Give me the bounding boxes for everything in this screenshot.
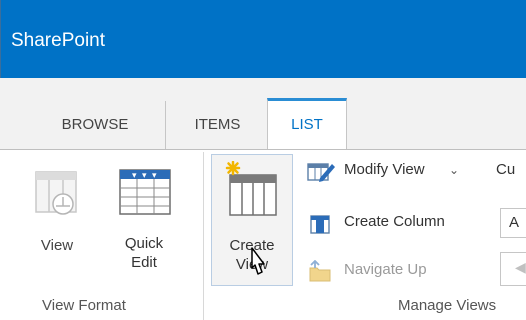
navigate-up-icon xyxy=(309,260,331,282)
view-label: View xyxy=(40,237,74,254)
suite-bar: SharePoint xyxy=(0,0,526,78)
modify-view-icon xyxy=(307,163,335,182)
create-column-button[interactable]: Create Column xyxy=(306,210,488,234)
quick-edit-label-line2: Edit xyxy=(131,254,157,271)
tab-list[interactable]: LIST xyxy=(267,98,347,149)
navigate-up-button[interactable]: Navigate Up xyxy=(306,258,488,282)
tab-browse[interactable]: BROWSE xyxy=(40,101,150,149)
navigation-field-partial: ◀ xyxy=(500,252,526,286)
group-separator xyxy=(203,152,204,320)
create-column-icon xyxy=(310,215,330,234)
chevron-left-icon: ◀ xyxy=(515,259,526,275)
quick-edit-label-line1: Quick xyxy=(124,235,164,252)
current-view-partial: Cu xyxy=(496,158,526,182)
sharepoint-brand[interactable]: SharePoint xyxy=(11,30,105,52)
svg-text:▾: ▾ xyxy=(142,171,147,181)
view-button[interactable]: View xyxy=(28,164,86,292)
modify-view-button[interactable]: Modify View ⌄ xyxy=(306,158,496,182)
modify-view-label: Modify View xyxy=(344,161,425,178)
mouse-cursor-icon xyxy=(251,247,265,275)
view-field-value: A xyxy=(509,214,520,231)
view-icon xyxy=(35,171,77,215)
navigate-up-label: Navigate Up xyxy=(344,261,427,278)
current-view-label: Cu xyxy=(496,161,516,178)
create-column-label: Create Column xyxy=(344,213,445,230)
quick-edit-button[interactable]: ▾ ▾ ▾ Quick Edit xyxy=(112,164,176,292)
create-view-icon xyxy=(225,161,277,216)
quick-edit-icon: ▾ ▾ ▾ xyxy=(119,169,171,215)
view-field-partial[interactable]: A xyxy=(500,208,526,238)
chevron-down-icon: ⌄ xyxy=(449,163,460,177)
tab-items[interactable]: ITEMS xyxy=(165,101,270,149)
group-label-view-format: View Format xyxy=(42,297,126,314)
group-label-manage-views: Manage Views xyxy=(398,297,497,314)
svg-text:▾: ▾ xyxy=(132,171,137,181)
